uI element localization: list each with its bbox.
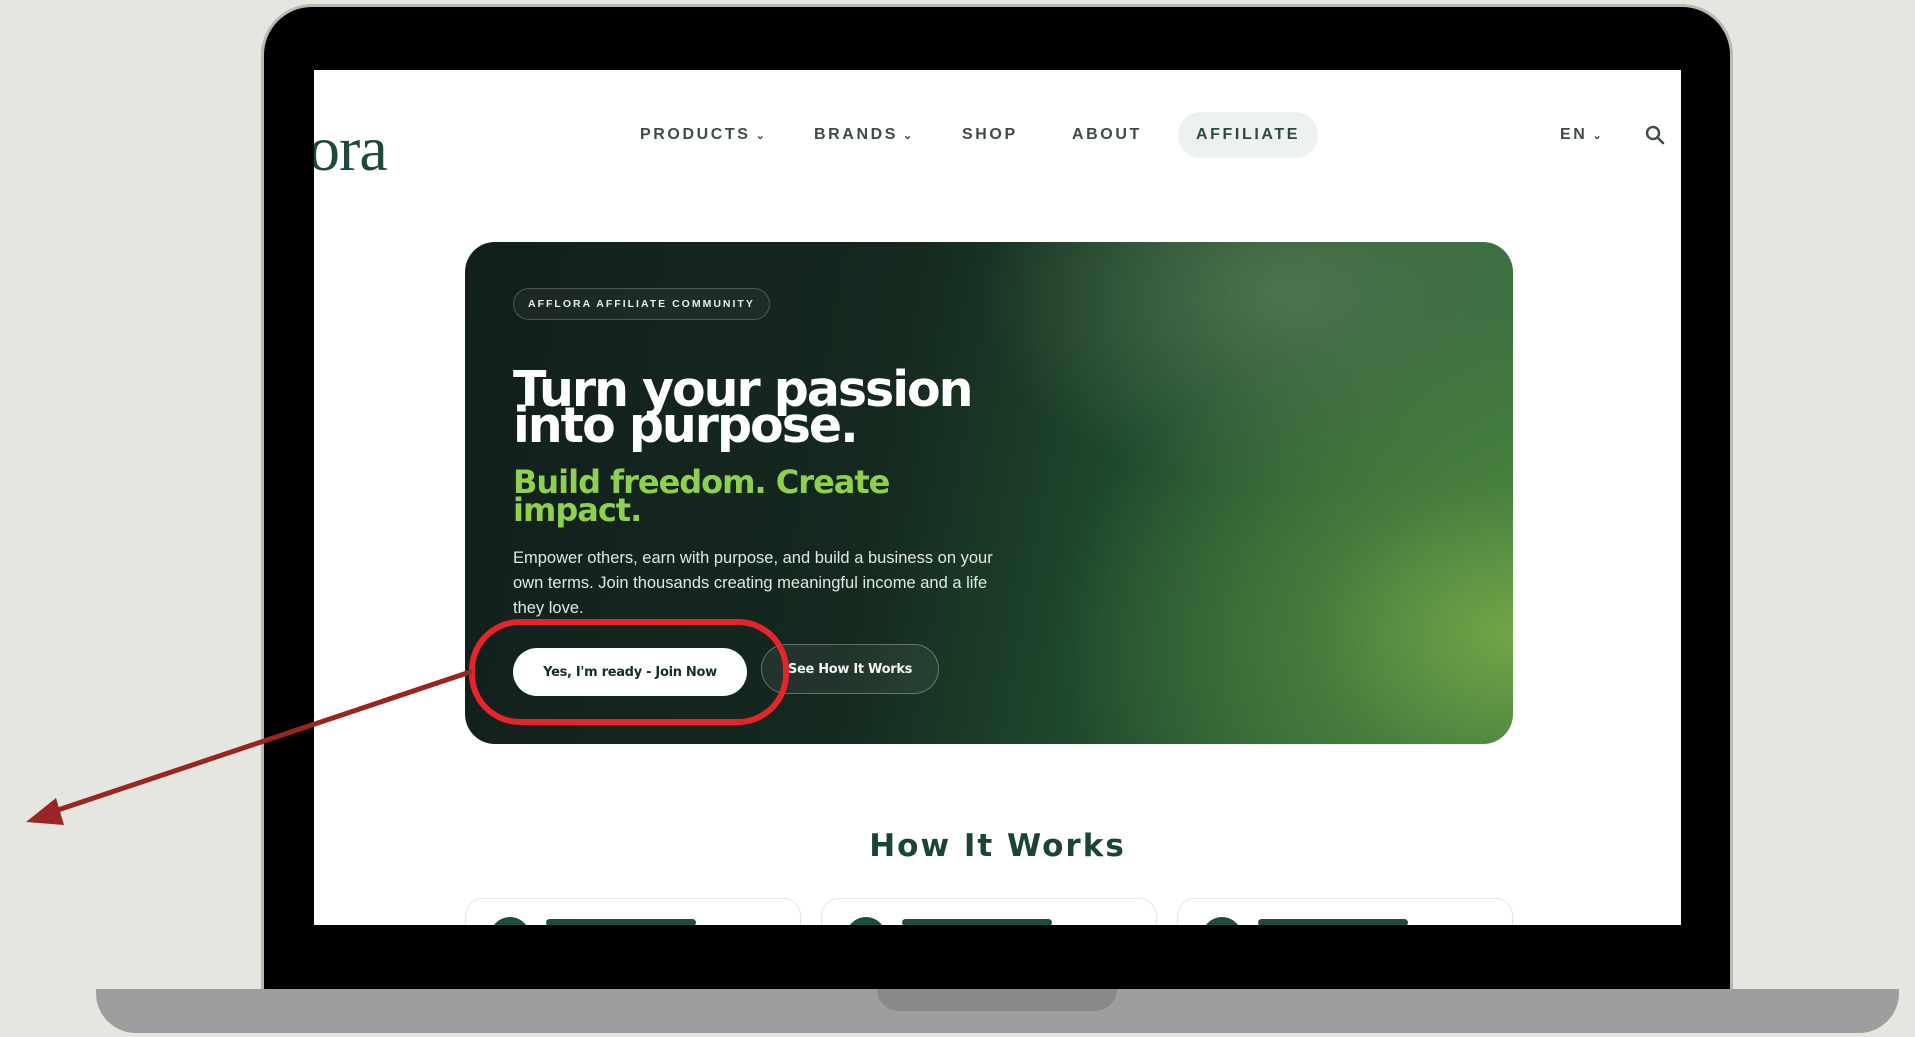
community-badge: AFFLORA AFFILIATE COMMUNITY [513, 288, 770, 320]
pointer-arrow-head [26, 798, 64, 825]
main-navigation: PRODUCTS ⌄ BRANDS ⌄ SHOP ABOUT AFFILIATE… [314, 112, 1681, 164]
chevron-down-icon: ⌄ [755, 129, 765, 142]
hero-description: Empower others, earn with purpose, and b… [513, 549, 993, 617]
chevron-down-icon: ⌄ [903, 129, 913, 142]
nav-about[interactable]: ABOUT [1072, 112, 1142, 158]
search-button[interactable] [1644, 124, 1666, 146]
hero-subtitle: Build freedom. Create impact. [513, 463, 890, 529]
step-icon [490, 917, 530, 925]
see-how-it-works-button[interactable]: See How It Works [761, 644, 939, 694]
nav-affiliate[interactable]: AFFILIATE [1178, 112, 1318, 158]
step-icon [1202, 917, 1242, 925]
language-selector[interactable]: EN ⌄ [1560, 112, 1602, 158]
laptop-notch [877, 989, 1117, 1011]
step-title [1258, 919, 1408, 925]
hero-title: Turn your passion into purpose. [513, 361, 974, 454]
step-card [1177, 898, 1513, 925]
nav-shop[interactable]: SHOP [962, 112, 1018, 158]
step-card [821, 898, 1157, 925]
nav-products-label: PRODUCTS [640, 126, 751, 143]
step-title [546, 919, 696, 925]
chevron-down-icon: ⌄ [1592, 129, 1602, 142]
step-card [465, 898, 801, 925]
how-it-works-heading: How It Works [869, 828, 1126, 864]
nav-brands[interactable]: BRANDS ⌄ [814, 112, 912, 158]
nav-products[interactable]: PRODUCTS ⌄ [640, 112, 765, 158]
hero-banner: AFFLORA AFFILIATE COMMUNITY Turn your pa… [465, 242, 1513, 744]
step-title [902, 919, 1052, 925]
step-icon [846, 917, 886, 925]
language-label: EN [1560, 126, 1588, 143]
browser-screen: ora PRODUCTS ⌄ BRANDS ⌄ SHOP ABOUT AFFIL… [314, 70, 1681, 925]
join-now-button[interactable]: Yes, I'm ready - Join Now [513, 648, 747, 696]
nav-brands-label: BRANDS [814, 126, 899, 143]
search-icon [1645, 125, 1665, 145]
